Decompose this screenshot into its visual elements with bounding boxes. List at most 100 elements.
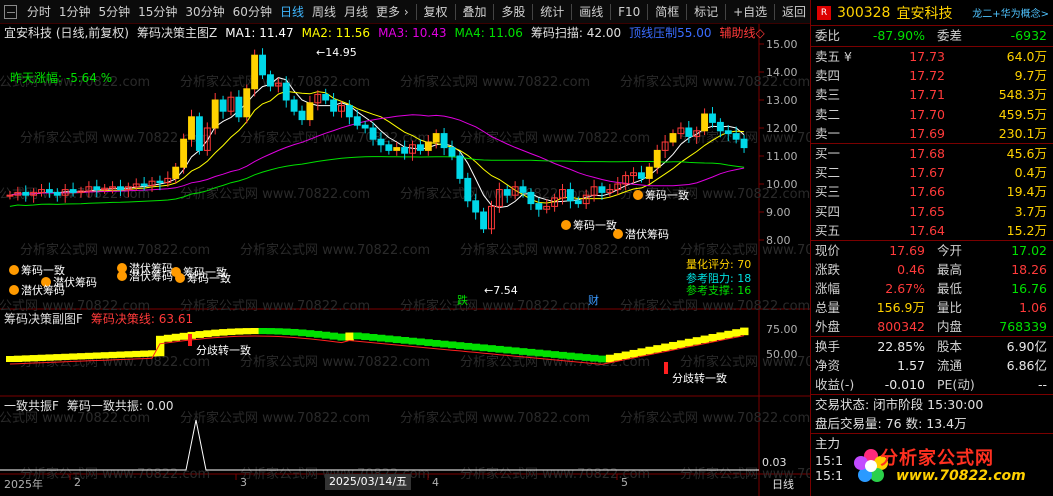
- bid-row[interactable]: 买一 17.68 45.6万: [811, 144, 1053, 163]
- stock-period-label: 宜安科技 (日线,前复权): [4, 26, 129, 40]
- decision-bar: [258, 328, 267, 335]
- candle-body: [669, 133, 677, 143]
- watermark-text: 分析家公式网 www.70822.com: [620, 298, 810, 314]
- mark-button[interactable]: 标记: [690, 0, 722, 24]
- simple-frame-button[interactable]: 简框: [651, 0, 683, 24]
- chart-area[interactable]: 分析家公式网 www.70822.com 分析家公式网 www.70822.com…: [0, 24, 870, 496]
- watermark-text: 分析家公式网 www.70822.com: [180, 298, 370, 314]
- bid-row[interactable]: 买二 17.67 0.4万: [811, 163, 1053, 182]
- stat-row: 换手 22.85% 股本 6.90亿: [811, 337, 1053, 356]
- decision-bar: [684, 338, 694, 347]
- candle-body: [724, 130, 732, 135]
- stat-value: 6.86亿: [1006, 357, 1047, 373]
- decision-bar: [84, 352, 94, 360]
- candle-body: [637, 172, 645, 179]
- watermark-text: 分析家公式网 www.70822.com: [240, 354, 430, 370]
- tab-1min[interactable]: 1分钟: [55, 0, 95, 24]
- candle-body: [464, 177, 472, 202]
- f10-button[interactable]: F10: [614, 0, 644, 24]
- stat-label: 涨跌: [815, 261, 841, 277]
- decision-bar: [653, 345, 662, 353]
- watermark-text: 分析家公式网 www.70822.com: [180, 186, 370, 202]
- stat-value: 156.9万: [876, 299, 925, 315]
- candle-body: [440, 133, 448, 149]
- decision-bar: [732, 329, 741, 337]
- tab-more[interactable]: 更多 ›: [372, 0, 413, 24]
- stat-value: 18.26: [1011, 261, 1047, 277]
- tab-5min[interactable]: 5分钟: [94, 0, 134, 24]
- stat-row: 外盘 800342 内盘 768339: [811, 317, 1053, 336]
- sub1-indicator-name[interactable]: 筹码决策副图F: [4, 310, 83, 328]
- yaxis-label: 12.00: [766, 122, 798, 135]
- sub1-signal-text: 分歧转一致: [672, 371, 727, 385]
- bid-volume: 0.4万: [1014, 165, 1047, 181]
- overlay-button[interactable]: 叠加: [458, 0, 490, 24]
- signal-badge-icon: [9, 285, 19, 295]
- ma1-value: MA1: 11.47: [225, 26, 294, 40]
- toolbar-divider: [610, 3, 612, 20]
- ask-row[interactable]: 卖一 17.69 230.1万: [811, 124, 1053, 143]
- decision-bar: [266, 328, 275, 335]
- candle-body: [732, 133, 740, 140]
- high-price-marker: ←14.95: [316, 46, 357, 59]
- multi-stock-button[interactable]: 多股: [497, 0, 529, 24]
- chip-annotation: 筹码一致: [187, 271, 231, 285]
- sub2-indicator-name[interactable]: 一致共振F: [4, 397, 59, 415]
- candle-body: [330, 99, 338, 112]
- bid-label: 买四: [815, 203, 841, 219]
- ask-row[interactable]: 卖三 17.71 548.3万: [811, 85, 1053, 104]
- decision-bar: [290, 328, 299, 336]
- stat-value: 1.57: [897, 357, 925, 373]
- decision-bar: [471, 343, 481, 351]
- stat-label: 外盘: [815, 318, 841, 334]
- tab-daily[interactable]: 日线: [276, 0, 308, 24]
- candle-body: [172, 166, 180, 179]
- yaxis-label: 11.00: [766, 150, 798, 163]
- time-label-may: 5: [621, 476, 628, 489]
- draw-line-button[interactable]: 画线: [575, 0, 607, 24]
- signal-badge-icon: [9, 265, 19, 275]
- candle-body: [53, 191, 61, 196]
- weibi-label: 委比: [815, 28, 841, 43]
- tab-60min[interactable]: 60分钟: [229, 0, 276, 24]
- decision-bar: [61, 353, 70, 361]
- ask-row[interactable]: 卖二 17.70 459.5万: [811, 105, 1053, 124]
- aux-line-label: 辅助线◇: [719, 26, 765, 40]
- resonance-subchart: [0, 419, 759, 471]
- tab-weekly[interactable]: 周线: [308, 0, 340, 24]
- bid-row[interactable]: 买三 17.66 19.4万: [811, 182, 1053, 201]
- ask-row[interactable]: 卖五 ¥ 17.73 64.0万: [811, 47, 1053, 66]
- sub2-value-label: 筹码一致共振: 0.00: [66, 399, 174, 413]
- tab-30min[interactable]: 30分钟: [181, 0, 228, 24]
- tab-monthly[interactable]: 月线: [340, 0, 372, 24]
- concept-link[interactable]: 龙二+华为概念>: [972, 5, 1049, 20]
- bid-row[interactable]: 买五 17.64 15.2万: [811, 221, 1053, 240]
- ask-row[interactable]: 卖四 17.72 9.7万: [811, 66, 1053, 85]
- fuquan-button[interactable]: 复权: [420, 0, 452, 24]
- ma4-value: MA4: 11.06: [454, 26, 523, 40]
- stock-name: 宜安科技: [896, 5, 953, 22]
- main-indicator-name[interactable]: 筹码决策主图Z: [137, 24, 217, 42]
- prev-change-label: 昨天涨幅: -5.64 %: [10, 71, 113, 85]
- tab-15min[interactable]: 15分钟: [134, 0, 181, 24]
- statistics-button[interactable]: 统计: [536, 0, 568, 24]
- back-button[interactable]: 返回: [778, 0, 810, 24]
- tab-fenshi[interactable]: 分时: [23, 0, 55, 24]
- bid-row[interactable]: 买四 17.65 3.7万: [811, 202, 1053, 221]
- decision-bar: [116, 351, 125, 358]
- decision-bar: [511, 347, 520, 355]
- candle-body: [645, 166, 653, 179]
- decision-bar: [211, 329, 220, 337]
- add-favorite-button[interactable]: +自选: [729, 0, 771, 24]
- watermark-text: 分析家公式网 www.70822.com: [240, 130, 430, 146]
- candle-body: [472, 200, 480, 213]
- watermark-text: 分析家公式网 www.70822.com: [180, 410, 370, 426]
- window-menu-icon[interactable]: [4, 4, 17, 19]
- decision-bar: [534, 349, 544, 357]
- top-line-value: 顶线压制55.00: [629, 26, 712, 40]
- cursor-date-label: 2025/03/14/五: [325, 474, 411, 490]
- decision-bar: [692, 337, 702, 345]
- candle-body: [211, 99, 219, 129]
- candle-body: [298, 110, 306, 121]
- stat-label: 股本: [937, 338, 963, 354]
